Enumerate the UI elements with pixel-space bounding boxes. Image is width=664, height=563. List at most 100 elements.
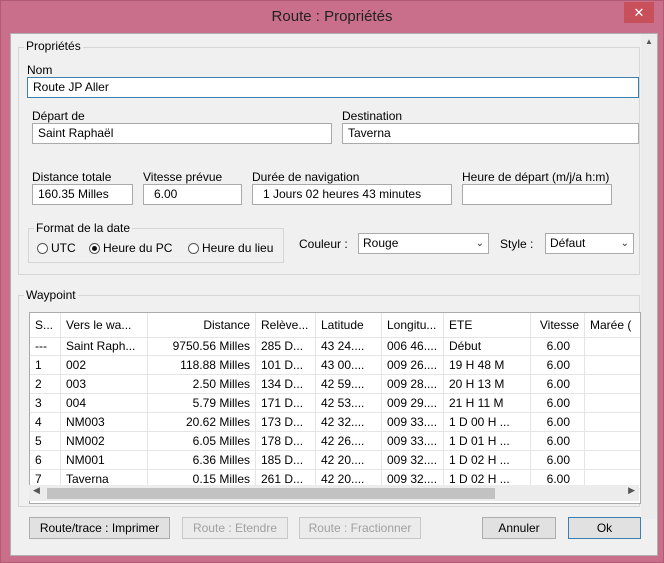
close-button[interactable]: ✕ bbox=[624, 2, 654, 23]
chevron-down-icon: ⌄ bbox=[475, 238, 484, 249]
cell-to-waypoint: 004 bbox=[61, 394, 148, 412]
route-properties-window: Route : Propriétés ✕ Propriétés Nom Rout… bbox=[0, 0, 664, 563]
start-time-label: Heure de départ (m/j/a h:m) bbox=[462, 170, 610, 184]
cell-to-waypoint: 002 bbox=[61, 356, 148, 374]
radio-utc[interactable]: UTC bbox=[37, 241, 76, 255]
cell-tide bbox=[585, 394, 640, 412]
radio-local-time-dot[interactable] bbox=[188, 242, 199, 254]
table-row[interactable]: 1 002 118.88 Milles 101 D... 43 00.... 009 26… bbox=[30, 356, 640, 375]
col-header-ete[interactable]: ETE bbox=[444, 313, 531, 337]
cell-tide bbox=[585, 337, 640, 355]
cell-latitude: 43 24.... bbox=[316, 337, 382, 355]
col-header-speed[interactable]: Vitesse bbox=[531, 313, 585, 337]
duration-field[interactable]: 1 Jours 02 heures 43 minutes bbox=[252, 184, 452, 205]
scroll-right-arrow-icon[interactable]: ▶ bbox=[628, 485, 635, 496]
radio-utc-dot[interactable] bbox=[37, 242, 48, 254]
start-time-field[interactable] bbox=[462, 184, 612, 205]
radio-pc-time[interactable]: Heure du PC bbox=[89, 241, 172, 255]
table-row[interactable]: 5 NM002 6.05 Milles 178 D... 42 26.... 009 33… bbox=[30, 432, 640, 451]
chevron-down-icon: ⌄ bbox=[620, 238, 629, 249]
split-route-button[interactable]: Route : Fractionner bbox=[299, 517, 421, 539]
radio-utc-label: UTC bbox=[51, 241, 76, 255]
cell-longitude: 006 46.... bbox=[382, 337, 444, 355]
print-route-button[interactable]: Route/trace : Imprimer bbox=[29, 517, 170, 539]
cancel-button[interactable]: Annuler bbox=[482, 517, 556, 539]
ok-button[interactable]: Ok bbox=[568, 517, 641, 539]
scroll-up-arrow-icon[interactable]: ▲ bbox=[641, 34, 657, 50]
cell-tide bbox=[585, 451, 640, 469]
dialog-client: Propriétés Nom Route JP Aller Départ de … bbox=[10, 33, 658, 556]
cell-seq: 3 bbox=[30, 394, 61, 412]
window-title: Route : Propriétés bbox=[271, 8, 393, 25]
cell-longitude: 009 33.... bbox=[382, 413, 444, 431]
radio-pc-time-dot[interactable] bbox=[89, 242, 100, 254]
cell-seq: 1 bbox=[30, 356, 61, 374]
cell-to-waypoint: NM002 bbox=[61, 432, 148, 450]
cell-latitude: 42 59.... bbox=[316, 375, 382, 393]
horizontal-scrollbar-thumb[interactable] bbox=[47, 488, 495, 499]
cell-longitude: 009 26.... bbox=[382, 356, 444, 374]
style-select-value: Défaut bbox=[550, 236, 586, 250]
cell-tide bbox=[585, 413, 640, 431]
properties-group-label: Propriétés bbox=[24, 39, 83, 53]
cell-tide bbox=[585, 356, 640, 374]
cell-bearing: 178 D... bbox=[256, 432, 316, 450]
col-header-seq[interactable]: S... bbox=[30, 313, 61, 337]
cell-distance: 6.05 Milles bbox=[148, 432, 256, 450]
col-header-latitude[interactable]: Latitude bbox=[316, 313, 382, 337]
table-row[interactable]: --- Saint Raph... 9750.56 Milles 285 D... 43… bbox=[30, 337, 640, 356]
vertical-scrollbar[interactable]: ▲ bbox=[641, 34, 657, 519]
speed-field[interactable]: 6.00 bbox=[143, 184, 242, 205]
cell-longitude: 009 29.... bbox=[382, 394, 444, 412]
cell-bearing: 173 D... bbox=[256, 413, 316, 431]
cell-seq: 4 bbox=[30, 413, 61, 431]
depart-label: Départ de bbox=[32, 109, 85, 123]
table-row[interactable]: 4 NM003 20.62 Milles 173 D... 42 32.... 009 3… bbox=[30, 413, 640, 432]
cell-bearing: 285 D... bbox=[256, 337, 316, 355]
cell-distance: 20.62 Milles bbox=[148, 413, 256, 431]
cell-bearing: 185 D... bbox=[256, 451, 316, 469]
distance-label: Distance totale bbox=[32, 170, 112, 184]
col-header-bearing[interactable]: Relève... bbox=[256, 313, 316, 337]
title-bar[interactable]: Route : Propriétés ✕ bbox=[1, 1, 663, 33]
radio-local-time[interactable]: Heure du lieu bbox=[188, 241, 273, 255]
cell-ete: 1 D 01 H ... bbox=[444, 432, 531, 450]
table-row[interactable]: 6 NM001 6.36 Milles 185 D... 42 20.... 009 32… bbox=[30, 451, 640, 470]
waypoint-table[interactable]: S... Vers le wa... Distance Relève... La… bbox=[29, 312, 641, 504]
cell-to-waypoint: Saint Raph... bbox=[61, 337, 148, 355]
horizontal-scrollbar[interactable]: ◀ ▶ bbox=[29, 485, 639, 501]
table-row[interactable]: 3 004 5.79 Milles 171 D... 42 53.... 009 29..… bbox=[30, 394, 640, 413]
destination-field[interactable]: Taverna bbox=[342, 123, 639, 144]
depart-field[interactable]: Saint Raphaël bbox=[32, 123, 332, 144]
col-header-tide[interactable]: Marée ( bbox=[585, 313, 640, 337]
cell-ete: 1 D 02 H ... bbox=[444, 451, 531, 469]
cell-to-waypoint: NM003 bbox=[61, 413, 148, 431]
cell-speed: 6.00 bbox=[531, 394, 585, 412]
col-header-distance[interactable]: Distance bbox=[148, 313, 256, 337]
cell-latitude: 42 26.... bbox=[316, 432, 382, 450]
cell-to-waypoint: NM001 bbox=[61, 451, 148, 469]
waypoint-table-body: --- Saint Raph... 9750.56 Milles 285 D... 43… bbox=[30, 337, 640, 489]
extend-route-button[interactable]: Route : Etendre bbox=[182, 517, 288, 539]
cell-bearing: 134 D... bbox=[256, 375, 316, 393]
col-header-to-waypoint[interactable]: Vers le wa... bbox=[61, 313, 148, 337]
speed-label: Vitesse prévue bbox=[143, 170, 223, 184]
distance-field[interactable]: 160.35 Milles bbox=[32, 184, 133, 205]
cell-speed: 6.00 bbox=[531, 413, 585, 431]
cell-seq: 2 bbox=[30, 375, 61, 393]
name-field[interactable]: Route JP Aller bbox=[27, 77, 639, 98]
waypoint-group-label: Waypoint bbox=[24, 288, 78, 302]
cell-tide bbox=[585, 375, 640, 393]
cell-distance: 9750.56 Milles bbox=[148, 337, 256, 355]
color-select[interactable]: Rouge ⌄ bbox=[358, 233, 489, 254]
scroll-left-arrow-icon[interactable]: ◀ bbox=[33, 485, 40, 496]
cell-speed: 6.00 bbox=[531, 375, 585, 393]
cell-latitude: 42 32.... bbox=[316, 413, 382, 431]
style-label: Style : bbox=[500, 237, 534, 251]
col-header-longitude[interactable]: Longitu... bbox=[382, 313, 444, 337]
duration-label: Durée de navigation bbox=[252, 170, 360, 184]
table-row[interactable]: 2 003 2.50 Milles 134 D... 42 59.... 009 28..… bbox=[30, 375, 640, 394]
cell-seq: --- bbox=[30, 337, 61, 355]
cell-longitude: 009 32.... bbox=[382, 451, 444, 469]
style-select[interactable]: Défaut ⌄ bbox=[545, 233, 634, 254]
